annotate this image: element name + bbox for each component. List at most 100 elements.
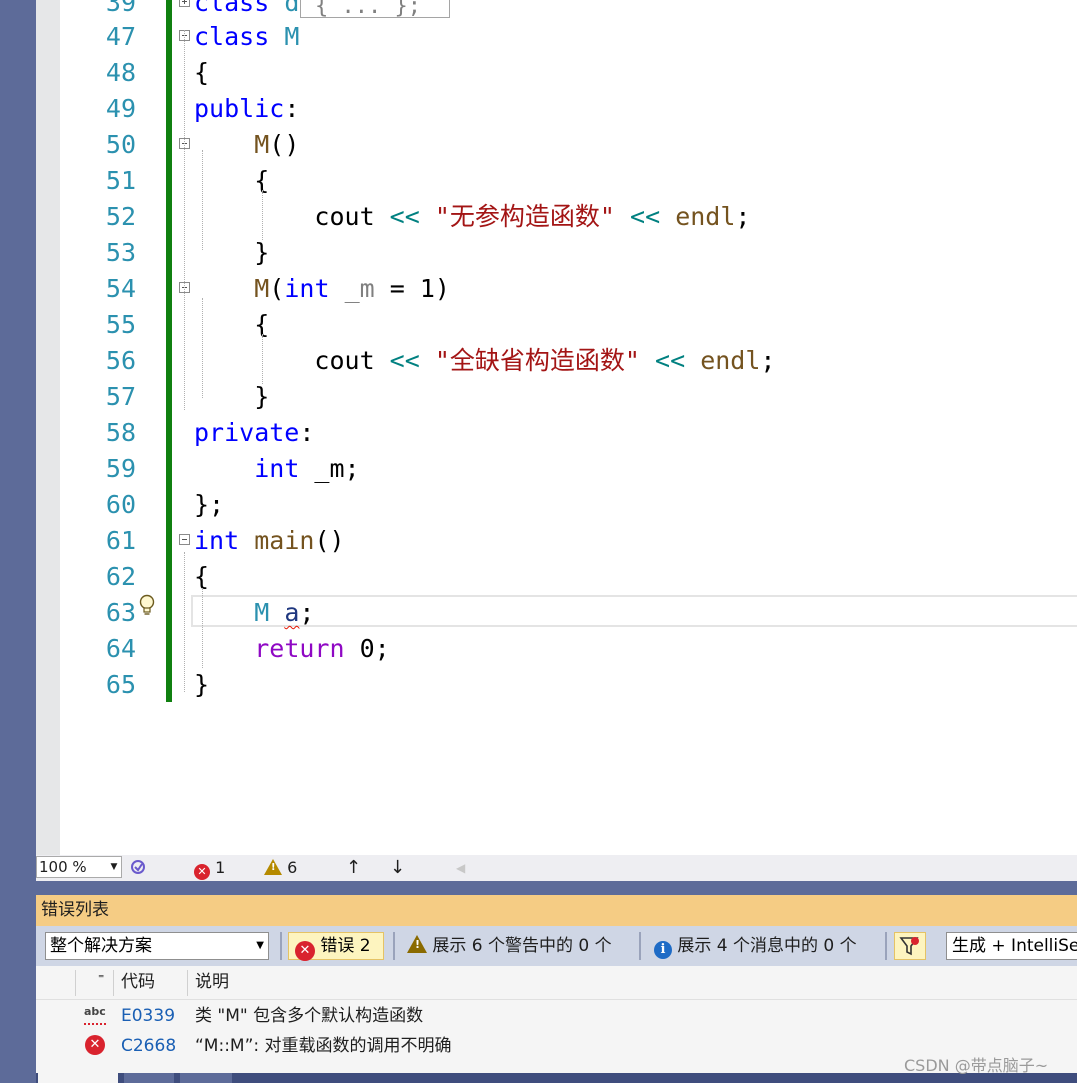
column-header-description[interactable]: 说明 <box>195 966 229 999</box>
warning-count-label: 6 <box>287 858 298 877</box>
toolbar-separator <box>393 932 395 960</box>
code-line[interactable]: 61 int main() <box>36 523 1077 559</box>
error-code-link[interactable]: C2668 <box>121 1031 176 1061</box>
error-row[interactable]: abc E0339 类 "M" 包含多个默认构造函数 <box>36 1001 1077 1031</box>
error-icon: ✕ <box>85 1035 105 1055</box>
error-grid-header: ⁼ 代码 说明 <box>36 966 1077 1000</box>
warning-icon <box>407 935 427 953</box>
build-source-dropdown[interactable]: 生成 + IntelliSense <box>946 932 1077 960</box>
indent-guide <box>262 334 264 384</box>
code-line[interactable]: 60}; <box>36 487 1077 523</box>
scope-dropdown[interactable]: 整个解决方案 ▼ <box>45 932 269 960</box>
indent-guide <box>262 190 264 240</box>
indent-guide <box>184 552 186 692</box>
expand-icon[interactable] <box>179 0 190 7</box>
chevron-down-icon: ▼ <box>256 940 264 951</box>
tab-breakpoints[interactable] <box>124 1073 174 1083</box>
zoom-value: 100 % <box>39 858 87 876</box>
code-text: cout << "无参构造函数" << endl; <box>194 202 751 231</box>
info-icon: i <box>654 941 672 959</box>
code-line[interactable]: 47 class M <box>36 19 1077 55</box>
line-number: 51 <box>105 166 136 195</box>
code-text: private: <box>194 418 315 447</box>
left-sidebar-strip <box>0 0 36 1083</box>
column-separator <box>75 970 76 996</box>
line-number: 63 <box>105 598 136 627</box>
code-line[interactable]: 54 M(int _m = 1) <box>36 271 1077 307</box>
line-number: 55 <box>105 310 136 339</box>
code-text: } <box>194 670 210 699</box>
scroll-left-icon[interactable]: ◀ <box>456 858 465 878</box>
error-list-toolbar: 整个解决方案 ▼ ✕ 错误 2 展示 6 个警告中的 0 个 i 展示 4 个消… <box>36 926 1077 966</box>
status-error-count[interactable]: ✕ 1 <box>194 858 225 880</box>
code-line[interactable]: 48 { <box>36 55 1077 91</box>
code-line[interactable]: 65} <box>36 667 1077 703</box>
code-text: } <box>194 382 270 411</box>
line-number: 64 <box>105 634 136 663</box>
editor-status-bar: 100 % ▼ ✕ 1 6 ↑ ↓ ◀ <box>36 855 1077 881</box>
filter-button[interactable] <box>894 932 926 960</box>
indent-guide <box>184 30 186 410</box>
warnings-filter-button[interactable]: 展示 6 个警告中的 0 个 <box>407 932 612 960</box>
filter-funnel-icon <box>899 937 919 956</box>
error-icon: ✕ <box>295 941 315 961</box>
messages-filter-label: 展示 4 个消息中的 0 个 <box>677 936 857 956</box>
arrow-down-icon[interactable]: ↓ <box>390 858 405 878</box>
code-health-icon[interactable] <box>130 858 148 881</box>
code-text: { <box>194 58 210 87</box>
code-line[interactable]: 62{ <box>36 559 1077 595</box>
errors-filter-button[interactable]: ✕ 错误 2 <box>288 932 384 961</box>
code-line[interactable]: 50 M() <box>36 127 1077 163</box>
warnings-filter-label: 展示 6 个警告中的 0 个 <box>432 936 612 956</box>
code-line[interactable]: 52 cout << "无参构造函数" << endl; <box>36 199 1077 235</box>
error-code-link[interactable]: E0339 <box>121 1001 175 1031</box>
errors-filter-label: 错误 2 <box>320 936 371 956</box>
line-number: 49 <box>105 94 136 123</box>
line-number: 47 <box>105 22 136 51</box>
code-line[interactable]: 39 class d <box>36 0 1077 21</box>
panel-splitter[interactable] <box>36 881 1077 895</box>
code-text: cout << "全缺省构造函数" << endl; <box>194 346 776 375</box>
code-line[interactable]: 56 cout << "全缺省构造函数" << endl; <box>36 343 1077 379</box>
chevron-down-icon: ▼ <box>110 862 118 872</box>
line-number: 53 <box>105 238 136 267</box>
tab-output[interactable] <box>180 1073 232 1083</box>
zoom-dropdown[interactable]: 100 % ▼ <box>36 856 122 878</box>
build-source-value: 生成 + IntelliSense <box>952 936 1077 956</box>
code-text: class M <box>194 22 300 51</box>
code-editor[interactable]: 39 class d 47 class M 48{49 public: 50 M() 51 {… <box>36 0 1077 855</box>
line-number: 52 <box>105 202 136 231</box>
toolbar-separator <box>639 932 641 960</box>
error-description: 类 "M" 包含多个默认构造函数 <box>195 1006 424 1026</box>
spell-error-icon: abc <box>84 1005 106 1025</box>
error-description: “M::M”: 对重载函数的调用不明确 <box>195 1036 452 1056</box>
visual-studio-window: 39 class d 47 class M 48{49 public: 50 M() 51 {… <box>0 0 1077 1083</box>
code-line[interactable]: 51 { <box>36 163 1077 199</box>
column-separator <box>113 970 114 996</box>
code-line[interactable]: 49 public: <box>36 91 1077 127</box>
collapse-icon[interactable] <box>179 534 190 545</box>
messages-filter-button[interactable]: i 展示 4 个消息中的 0 个 <box>654 932 857 960</box>
arrow-up-icon[interactable]: ↑ <box>346 858 361 878</box>
code-line[interactable]: 63 M a; <box>36 595 1077 631</box>
status-warning-count[interactable]: 6 <box>264 858 297 878</box>
line-number: 39 <box>105 0 136 17</box>
code-line[interactable]: 57 } <box>36 379 1077 415</box>
column-header-code[interactable]: 代码 <box>121 966 155 999</box>
sort-icon[interactable]: ⁼ <box>98 962 104 995</box>
code-line[interactable]: 64 return 0; <box>36 631 1077 667</box>
code-text: } <box>194 238 270 267</box>
collapsed-region-preview[interactable]: { ... }; <box>300 0 450 18</box>
warning-icon <box>264 859 282 875</box>
error-count-label: 1 <box>215 858 226 877</box>
code-line[interactable]: 55 { <box>36 307 1077 343</box>
line-number: 54 <box>105 274 136 303</box>
code-text: class d <box>194 0 300 17</box>
code-line[interactable]: 53 } <box>36 235 1077 271</box>
lightbulb-icon[interactable] <box>137 594 157 616</box>
tab-error-list[interactable] <box>38 1073 118 1083</box>
line-number: 56 <box>105 346 136 375</box>
code-text: int main() <box>194 526 345 555</box>
code-line[interactable]: 59 int _m; <box>36 451 1077 487</box>
code-line[interactable]: 58 private: <box>36 415 1077 451</box>
